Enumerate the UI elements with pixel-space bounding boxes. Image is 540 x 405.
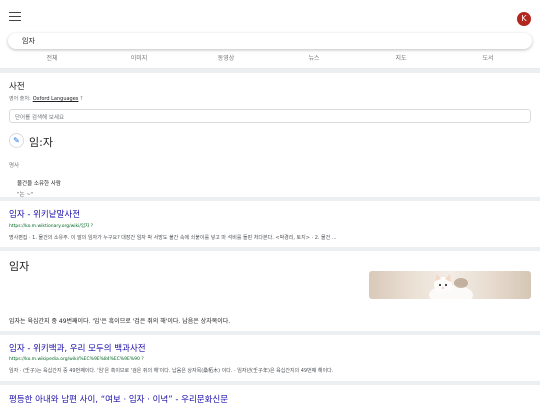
knowledge-panel-image[interactable] [369,271,531,299]
pencil-icon[interactable]: ✎ [9,133,24,148]
tab-maps[interactable]: 지도 [361,53,441,62]
tab-images[interactable]: 이미지 [99,53,179,62]
result-title-link[interactable]: 임자 - 위키백과, 우리 모두의 백과사전 [9,342,531,354]
dictionary-search-placeholder: 단어를 검색해 보세요 [15,115,65,121]
tab-news[interactable]: 뉴스 [274,53,354,62]
tab-books[interactable]: 도서 [448,53,528,62]
knowledge-panel-description: 임자는 육십간지 중 49번째이다. '임'은 흑이므로 '검은 쥐의 해'이다… [9,318,231,325]
knowledge-panel: 임자 임자는 육십간지 중 49번째이다. '임'은 흑이므로 '검은 쥐의 해… [9,258,531,325]
search-result: 임자 - 위키백과, 우리 모두의 백과사전 https://ko.m.wiki… [9,342,531,374]
headword: 임:자 [29,136,53,149]
kitten-image [429,274,473,299]
search-result: 임자 - 위키낱말사전 https://ko.m.wiktionary.org/… [9,208,531,241]
part-of-speech: 명사 [9,163,20,169]
source-prefix: 영어 출처: [9,96,31,102]
source-link[interactable]: Oxford Languages [33,96,79,102]
search-tabs: 전체 이미지 동영상 뉴스 지도 도서 [0,53,540,67]
search-box[interactable]: 임자 [8,33,532,49]
result-snippet: 임자 · (壬子)는 육십간지 중 49번째이다. '임'은 흑이므로 '검은 … [9,368,334,374]
dictionary-source: 영어 출처: Oxford Languages ? [9,95,531,102]
word-row: ✎ 임:자 [9,133,531,149]
result-url[interactable]: https://ko.m.wiktionary.org/wiki/임자 ? [9,223,531,229]
hamburger-menu-icon[interactable] [9,12,21,22]
dictionary-search-input[interactable]: 단어를 검색해 보세요 [9,109,531,123]
result-title-link[interactable]: 임자 - 위키낱말사전 [9,208,531,220]
definition: 물건을 소유한 사람 [17,181,61,187]
dictionary-title: 사전 [9,82,25,92]
section-separator [0,381,540,385]
result-snippet: 명사편집 · 1. 물건의 소유주. 이 말의 임자가 누구요? 대장간 임자 … [9,235,337,241]
section-separator [0,247,540,251]
result-title-link[interactable]: 평등한 아내와 남편 사이, “여보 · 임자 · 이녁” - 우리문화신문 [9,393,531,405]
result-url[interactable]: https://ko.m.wikipedia.org/wiki/%EC%9E%8… [9,357,531,362]
section-separator [0,69,540,73]
account-avatar[interactable]: K [517,12,531,26]
tab-all[interactable]: 전체 [12,53,92,62]
source-help[interactable]: ? [80,96,83,102]
section-separator [0,197,540,201]
tab-videos[interactable]: 동영상 [186,53,266,62]
search-query[interactable]: 임자 [22,36,35,46]
search-result: 평등한 아내와 남편 사이, “여보 · 임자 · 이녁” - 우리문화신문 [9,393,531,405]
dictionary-card: 사전 영어 출처: Oxford Languages ? 단어를 검색해 보세요 … [9,80,531,198]
section-separator [0,331,540,335]
top-bar: K [0,0,540,36]
